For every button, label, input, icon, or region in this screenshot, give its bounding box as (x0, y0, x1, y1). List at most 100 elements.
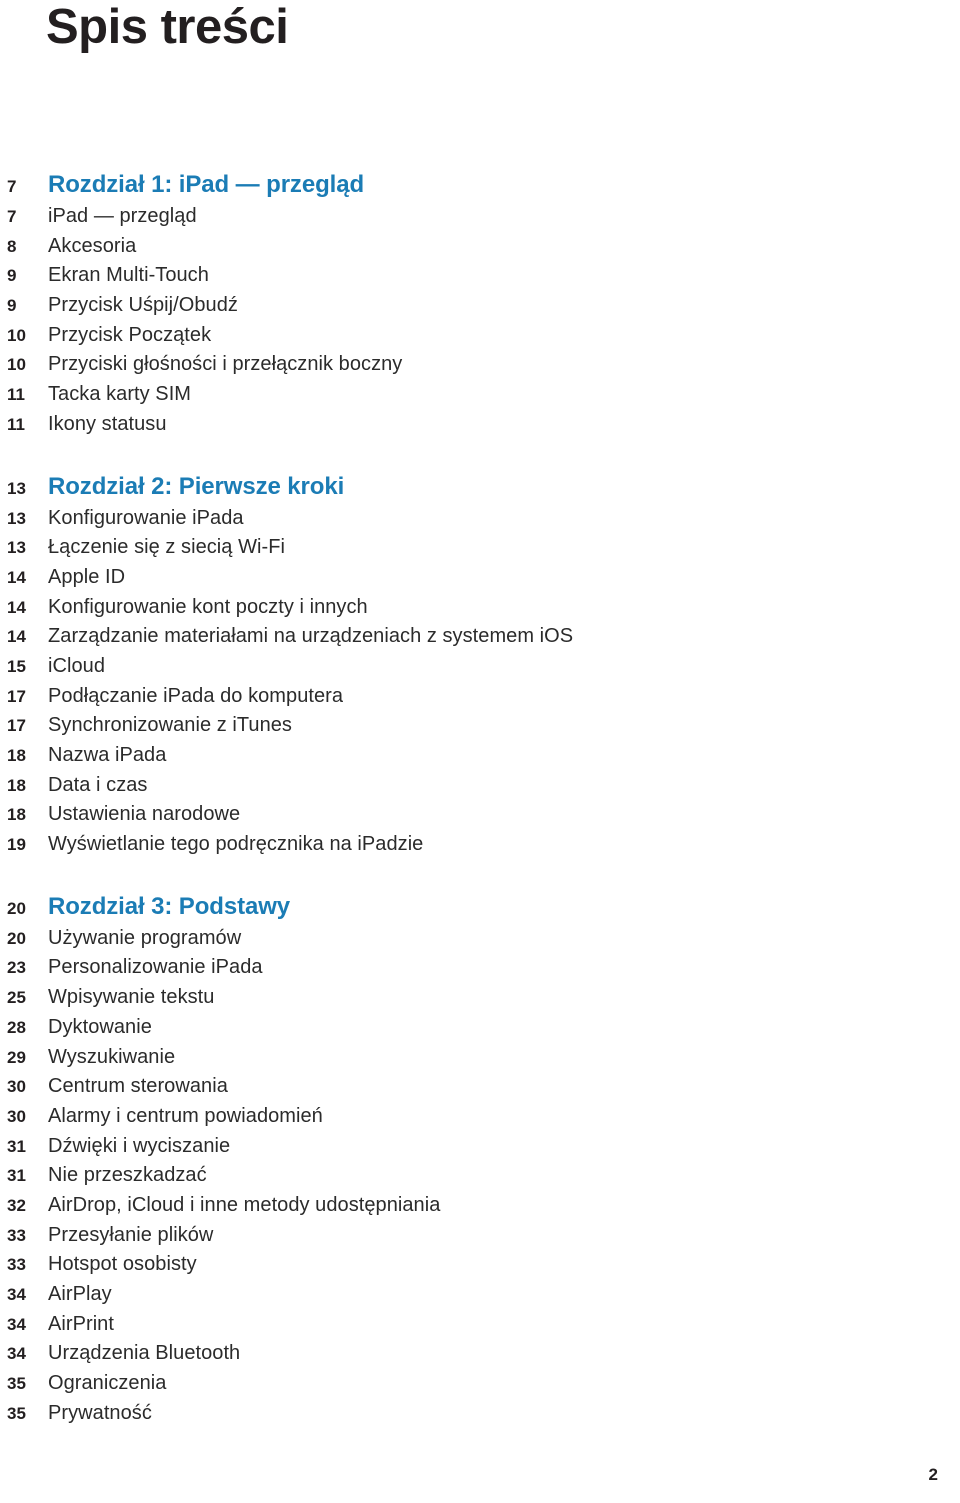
toc-entry-row[interactable]: 31 Dźwięki i wyciszanie (0, 1132, 900, 1162)
toc-entry-row[interactable]: 8 Akcesoria (0, 232, 900, 262)
toc-entry-label: Używanie programów (48, 926, 242, 949)
toc-entry-row[interactable]: 13 Łączenie się z siecią Wi-Fi (0, 533, 900, 563)
toc-entry-label: Prywatność (48, 1401, 152, 1424)
toc-page-number: 34 (7, 1285, 26, 1304)
toc-entry-label: Konfigurowanie iPada (48, 506, 244, 529)
toc-entry-row[interactable]: 32 AirDrop, iCloud i inne metody udostępn… (0, 1191, 900, 1221)
toc-entry-row[interactable]: 18 Nazwa iPada (0, 741, 900, 771)
toc-entry-label: Wyświetlanie tego podręcznika na iPadzie (48, 833, 424, 856)
toc-entry-label: Wyszukiwanie (48, 1045, 176, 1068)
toc-entry-label: iPad — przegląd (48, 205, 197, 227)
toc-entry-label: Przesyłanie plików (48, 1223, 214, 1246)
toc-page-number: 7 (7, 177, 17, 196)
toc-entry-row[interactable]: 14 Apple ID (0, 563, 900, 593)
toc-entry-row[interactable]: 35 Ograniczenia (0, 1369, 900, 1399)
toc-entry-row[interactable]: 33 Hotspot osobisty (0, 1250, 900, 1280)
toc-entry-row[interactable]: 18 Data i czas (0, 771, 900, 801)
toc-entry-row[interactable]: 25 Wpisywanie tekstu (0, 983, 900, 1013)
toc-entry-row[interactable]: 35 Prywatność (0, 1399, 900, 1429)
toc-page-number: 17 (7, 686, 26, 706)
toc-entry-row[interactable]: 17 Podłączanie iPada do komputera (0, 682, 900, 712)
toc-entry-label: Centrum sterowania (48, 1075, 228, 1098)
toc-entry-row[interactable]: 11 Tacka karty SIM (0, 380, 900, 410)
toc-entry-row[interactable]: 10 Przycisk Początek (0, 321, 900, 351)
toc-section: 7 Rozdział 1: iPad — przegląd 7 iPad — prze… (0, 168, 900, 440)
toc-entry-row[interactable]: 29 Wyszukiwanie (0, 1043, 900, 1073)
toc-entry-row[interactable]: 15 iCloud (0, 652, 900, 682)
toc-page-number: 9 (7, 296, 17, 316)
page-title: Spis treści (46, 0, 289, 54)
toc-entry-label: AirPrint (48, 1312, 114, 1335)
toc-chapter-row[interactable]: 13 Rozdział 2: Pierwsze kroki (0, 470, 900, 504)
toc-chapter-row[interactable]: 7 Rozdział 1: iPad — przegląd (0, 168, 900, 202)
toc-entry-row[interactable]: 18 Ustawienia narodowe (0, 800, 900, 830)
toc-entry-row[interactable]: 14 Zarządzanie materiałami na urządzeniac… (0, 622, 900, 652)
toc-page-number: 28 (7, 1017, 26, 1037)
toc-entry-row[interactable]: 34 AirPrint (0, 1310, 900, 1340)
toc-entry-label: Personalizowanie iPada (48, 956, 263, 979)
toc-entry-label: Wpisywanie tekstu (48, 986, 215, 1009)
toc-page-number: 10 (7, 325, 26, 345)
toc-page-number: 35 (7, 1374, 26, 1394)
toc-entry-label: Apple ID (48, 565, 126, 588)
toc-entry-label: AirDrop, iCloud i inne metody udostępnia… (48, 1193, 441, 1216)
toc-page-number: 9 (7, 266, 17, 286)
toc-entry-row[interactable]: 17 Synchronizowanie z iTunes (0, 711, 900, 741)
toc-entry-row[interactable]: 30 Alarmy i centrum powiadomień (0, 1102, 900, 1132)
toc-page-number: 30 (7, 1106, 26, 1126)
toc-entry-row[interactable]: 19 Wyświetlanie tego podręcznika na iPadz… (0, 830, 900, 860)
toc-entry-label: Ikony statusu (48, 412, 167, 435)
toc-entry-label: Nazwa iPada (48, 744, 167, 766)
toc-entry-row[interactable]: 30 Centrum sterowania (0, 1072, 900, 1102)
toc-entry-row[interactable]: 33 Przesyłanie plików (0, 1221, 900, 1251)
toc-entry-row[interactable]: 34 Urządzenia Bluetooth (0, 1339, 900, 1369)
toc-entry-row[interactable]: 13 Konfigurowanie iPada (0, 504, 900, 534)
toc-chapter-label: Rozdział 2: Pierwsze kroki (48, 472, 345, 500)
toc-entry-label: Ekran Multi-Touch (48, 264, 209, 287)
toc-page-number: 14 (7, 597, 26, 617)
toc-page-number: 19 (7, 835, 26, 855)
toc-page-number: 33 (7, 1225, 26, 1245)
toc-entry-label: Przyciski głośności i przełącznik boczny (48, 353, 403, 376)
toc-entry-label: Data i czas (48, 773, 148, 796)
toc-page-number: 32 (7, 1195, 26, 1215)
toc-entry-row[interactable]: 14 Konfigurowanie kont poczty i innych (0, 593, 900, 623)
toc-entry-label: Dyktowanie (48, 1015, 152, 1038)
toc-entry-label: Przycisk Początek (48, 323, 212, 346)
toc-chapter-row[interactable]: 20 Rozdział 3: Podstawy (0, 890, 900, 924)
toc-entry-row[interactable]: 11 Ikony statusu (0, 410, 900, 440)
toc-page-number: 25 (7, 988, 26, 1008)
toc-entry-label: AirPlay (48, 1283, 112, 1305)
toc-page-number: 33 (7, 1255, 26, 1275)
toc-entry-label: Przycisk Uśpij/Obudź (48, 294, 238, 317)
toc-entry-row[interactable]: 34 AirPlay (0, 1280, 900, 1310)
toc-page-number: 8 (7, 236, 17, 256)
toc-entry-row[interactable]: 9 Ekran Multi-Touch (0, 261, 900, 291)
toc-page-number: 10 (7, 355, 26, 375)
toc-page-number: 29 (7, 1047, 26, 1067)
toc-page-number: 23 (7, 958, 26, 978)
toc-entry-row[interactable]: 31 Nie przeszkadzać (0, 1161, 900, 1191)
toc-entry-row[interactable]: 20 Używanie programów (0, 924, 900, 954)
toc-section: 20 Rozdział 3: Podstawy 20 Używanie program… (0, 890, 900, 1429)
toc-entry-label: Hotspot osobisty (48, 1253, 197, 1276)
toc-entry-label: Ustawienia narodowe (48, 803, 241, 826)
toc-entry-row[interactable]: 23 Personalizowanie iPada (0, 953, 900, 983)
toc-entry-row[interactable]: 10 Przyciski głośności i przełącznik bocz… (0, 350, 900, 380)
toc-entry-label: Zarządzanie materiałami na urządzeniach … (48, 625, 574, 648)
toc-page-number: 13 (7, 538, 26, 558)
toc-section: 13 Rozdział 2: Pierwsze kroki 13 Konfigurow… (0, 470, 900, 860)
toc-page-number: 20 (7, 928, 26, 948)
toc-entry-row[interactable]: 9 Przycisk Uśpij/Obudź (0, 291, 900, 321)
toc-entry-label: Nie przeszkadzać (48, 1164, 207, 1187)
toc-page-number: 34 (7, 1314, 26, 1334)
toc-entry-row[interactable]: 28 Dyktowanie (0, 1013, 900, 1043)
toc-page-number: 18 (7, 805, 26, 825)
toc-entry-label: Łączenie się z siecią Wi-Fi (48, 536, 285, 559)
toc-entry-label: Akcesoria (48, 234, 137, 257)
toc-page-number: 14 (7, 627, 26, 647)
toc-page-number: 11 (7, 385, 25, 405)
toc-entry-row[interactable]: 7 iPad — przegląd (0, 202, 900, 232)
toc-page-number: 18 (7, 775, 26, 795)
toc-entry-label: Konfigurowanie kont poczty i innych (48, 595, 368, 618)
